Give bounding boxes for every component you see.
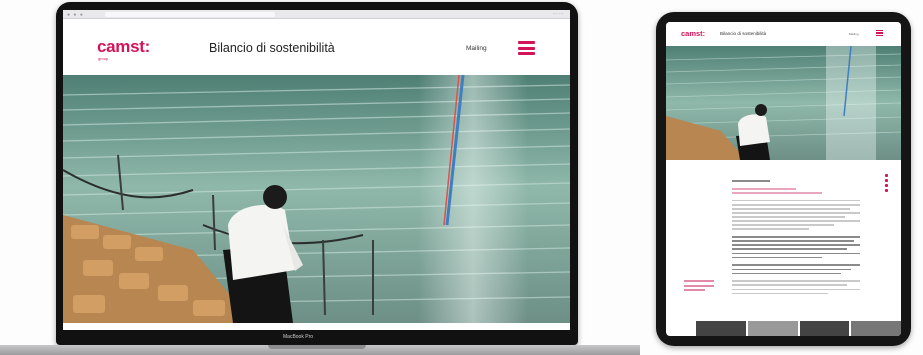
tablet-page-title: Bilancio di sostenibilità	[720, 31, 767, 36]
device-mockup-stage: ● ● ● ⋯ ⋯ camst: group Bilancio di soste…	[0, 0, 923, 355]
tablet-stadium-photo	[666, 46, 901, 160]
tablet-site-header: camst: Bilancio di sostenibilità Mailing	[666, 22, 901, 46]
tablet-paragraph	[732, 280, 860, 295]
tablet-hero-image	[666, 46, 901, 160]
tablet-nav-link[interactable]: Mailing	[849, 32, 859, 36]
page-title: Bilancio di sostenibilità	[209, 41, 335, 55]
tablet-menu-icon[interactable]	[876, 30, 883, 36]
tablet-screen: camst: Bilancio di sostenibilità Mailing	[666, 22, 901, 336]
stadium-photo	[63, 75, 570, 323]
browser-tools-icon[interactable]: ⋯ ⋯	[553, 11, 564, 17]
laptop-model-label: MacBook Pro	[283, 334, 314, 340]
logo-subtext: group	[98, 56, 109, 61]
window-controls-icon[interactable]: ● ● ●	[67, 12, 84, 18]
tablet-sidebar-note	[684, 280, 714, 294]
laptop-screen: ● ● ● ⋯ ⋯ camst: group Bilancio di soste…	[63, 10, 570, 330]
mailing-link[interactable]: Mailing	[466, 45, 487, 52]
tablet-article-heading	[732, 187, 860, 194]
menu-icon[interactable]	[518, 41, 535, 55]
tablet-paragraph	[732, 199, 860, 231]
tablet-article	[666, 160, 901, 320]
thumbnail[interactable]	[696, 321, 746, 336]
thumbnail[interactable]	[799, 321, 850, 336]
address-bar[interactable]	[105, 12, 275, 17]
tablet-thumbnail-strip	[696, 321, 901, 336]
tablet-camst-logo[interactable]: camst:	[681, 29, 705, 38]
tablet-paragraph	[732, 236, 860, 259]
page-bottom-strip	[63, 323, 570, 330]
site-header: camst: group Bilancio di sostenibilità M…	[63, 19, 570, 75]
camst-logo[interactable]: camst:	[97, 37, 150, 57]
tablet-article-body	[732, 180, 860, 300]
tablet-kicker	[732, 180, 860, 182]
thumbnail[interactable]	[851, 321, 901, 336]
thumbnail[interactable]	[747, 321, 798, 336]
browser-toolbar: ● ● ● ⋯ ⋯	[63, 10, 570, 19]
tablet-paragraph	[732, 264, 860, 275]
hero-image	[63, 75, 570, 323]
laptop-notch	[268, 345, 366, 349]
tablet-share-icons[interactable]	[885, 174, 889, 194]
